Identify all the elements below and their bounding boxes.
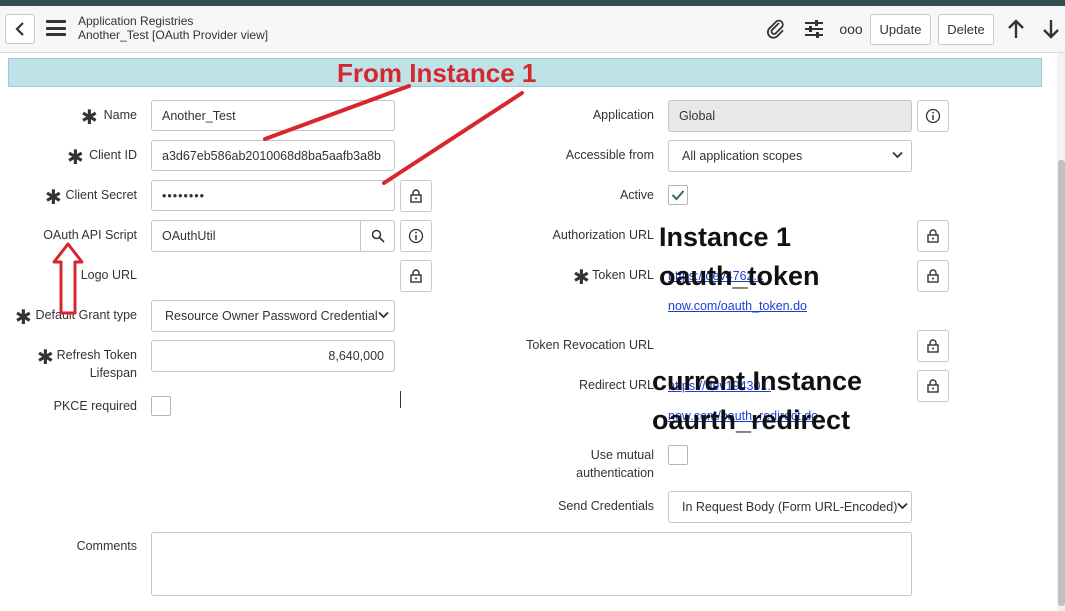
- script-info-button[interactable]: [400, 220, 432, 252]
- refresh-token-lifespan-input[interactable]: 8,640,000: [151, 340, 395, 372]
- more-options-icon[interactable]: ooo: [838, 16, 864, 42]
- application-readonly-field: Global: [668, 100, 912, 132]
- pkce-required-checkbox[interactable]: [151, 396, 171, 416]
- token-url-label: Token URL: [592, 268, 654, 282]
- oauth-api-script-input[interactable]: OAuthUtil: [151, 220, 395, 252]
- mutual-auth-checkbox[interactable]: [668, 445, 688, 465]
- send-credentials-select[interactable]: In Request Body (Form URL-Encoded): [668, 491, 912, 523]
- unlock-redirect-url-button[interactable]: [917, 370, 949, 402]
- token-url-link-line2[interactable]: now.com/oauth_token.do: [668, 299, 807, 313]
- client-id-input[interactable]: a3d67eb586ab2010068d8ba5aafb3a8b: [151, 140, 395, 171]
- chevron-down-icon: [892, 150, 903, 162]
- delete-button[interactable]: Delete: [938, 14, 994, 45]
- application-label: Application: [592, 108, 654, 122]
- default-grant-type-value: Resource Owner Password Credential: [165, 309, 378, 323]
- mutual-auth-label-2: authentication: [576, 466, 654, 480]
- annotation-from-instance: From Instance 1: [337, 58, 537, 88]
- comments-label: Comments: [76, 539, 137, 553]
- accessible-from-value: All application scopes: [682, 149, 803, 163]
- lock-icon: [410, 269, 422, 283]
- annotation-current-instance: current Instance: [652, 366, 863, 396]
- settings-sliders-icon[interactable]: [801, 16, 827, 42]
- name-input[interactable]: Another_Test: [151, 100, 395, 131]
- active-checkbox[interactable]: [668, 185, 688, 205]
- mutual-auth-label-1: Use mutual: [590, 448, 654, 462]
- scrollbar-thumb[interactable]: [1058, 160, 1065, 606]
- authorization-url-label: Authorization URL: [552, 228, 654, 242]
- send-credentials-value: In Request Body (Form URL-Encoded): [682, 500, 898, 514]
- client-secret-label: Client Secret: [65, 188, 137, 202]
- annotation-instance1: Instance 1: [659, 222, 792, 252]
- lock-icon: [927, 229, 939, 243]
- default-grant-type-label: Default Grant type: [35, 308, 137, 322]
- pkce-required-label: PKCE required: [53, 399, 137, 413]
- arrow-up-icon[interactable]: [1003, 16, 1029, 42]
- accessible-from-label: Accessible from: [565, 148, 654, 162]
- form-header: Application Registries Another_Test [OAu…: [0, 6, 1065, 53]
- chevron-down-icon: [377, 310, 389, 322]
- send-credentials-label: Send Credentials: [558, 499, 654, 513]
- unlock-token-url-button[interactable]: [917, 260, 949, 292]
- comments-textarea[interactable]: [151, 532, 912, 596]
- lock-icon: [927, 269, 939, 283]
- application-info-button[interactable]: [917, 100, 949, 132]
- info-icon: [925, 108, 941, 124]
- client-secret-input[interactable]: ••••••••: [151, 180, 395, 211]
- breadcrumb-record: Another_Test [OAuth Provider view]: [78, 28, 269, 42]
- unlock-authorization-url-button[interactable]: [917, 220, 949, 252]
- chevron-down-icon: [897, 501, 909, 513]
- oauth-api-script-label: OAuth API Script: [43, 228, 137, 242]
- annotation-oauth-token: oauth_token: [659, 261, 820, 291]
- arrow-down-icon[interactable]: [1038, 16, 1064, 42]
- logo-url-label: Logo URL: [80, 268, 137, 282]
- checkmark-icon: [671, 190, 685, 201]
- client-id-label: Client ID: [89, 148, 137, 162]
- refresh-token-label-1: Refresh Token: [56, 348, 137, 362]
- active-label: Active: [619, 188, 654, 202]
- unlock-token-revocation-url-button[interactable]: [917, 330, 949, 362]
- paperclip-icon[interactable]: [763, 16, 789, 42]
- redirect-url-label: Redirect URL: [578, 378, 654, 392]
- chevron-left-icon: [15, 22, 24, 36]
- hamburger-menu-icon[interactable]: [46, 20, 66, 36]
- reference-lookup-button[interactable]: [360, 221, 394, 251]
- back-button[interactable]: [5, 14, 35, 44]
- token-revocation-url-label: Token Revocation URL: [526, 338, 654, 352]
- lock-icon: [410, 189, 422, 203]
- name-label: Name: [103, 108, 137, 122]
- update-button[interactable]: Update: [870, 14, 931, 45]
- unlock-logo-url-button[interactable]: [400, 260, 432, 292]
- default-grant-type-select[interactable]: Resource Owner Password Credential: [151, 300, 395, 332]
- lock-icon: [927, 339, 939, 353]
- oauth-api-script-value: OAuthUtil: [162, 229, 216, 243]
- lock-icon: [927, 379, 939, 393]
- search-icon: [371, 229, 385, 243]
- refresh-token-label-2: Lifespan: [89, 366, 137, 380]
- breadcrumb-title: Application Registries: [78, 14, 194, 28]
- annotation-oaurth-redirect: oaurth_redirect: [652, 405, 851, 435]
- info-icon: [408, 228, 424, 244]
- text-cursor: [400, 391, 401, 408]
- unlock-client-secret-button[interactable]: [400, 180, 432, 212]
- accessible-from-select[interactable]: All application scopes: [668, 140, 912, 172]
